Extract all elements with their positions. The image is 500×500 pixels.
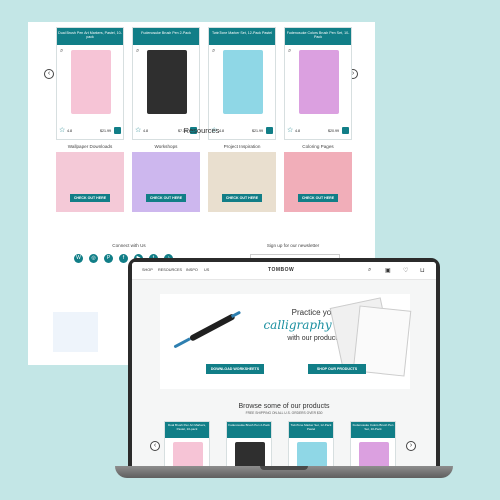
check-out-button[interactable]: CHECK OUT HERE (70, 194, 110, 202)
shop-products-button[interactable]: SHOP OUR PRODUCTS (308, 364, 366, 374)
laptop-base (115, 466, 453, 478)
blend-lettering-image (53, 312, 98, 352)
product-card[interactable]: Fudenosuke Colors Brush Pen Set, 10-Pack (350, 421, 396, 471)
zoom-icon[interactable]: ⌕ (212, 48, 215, 55)
product-image (147, 50, 187, 114)
laptop-notch (260, 466, 308, 470)
wishlist-icon[interactable]: ♡ (403, 267, 408, 274)
product-image (299, 50, 339, 114)
product-title: Fudenosuke Colors Brush Pen Set, 10-Pack (285, 28, 351, 45)
product-card[interactable]: Dual Brush Pen Art Markers, Pastel, 10-p… (164, 421, 210, 471)
connect-label: Connect with Us (112, 243, 146, 248)
facebook-icon[interactable]: f (119, 254, 128, 263)
resource-label: Wallpaper Downloads (67, 144, 113, 149)
zoom-icon[interactable]: ⌕ (60, 48, 63, 55)
wordpress-icon[interactable]: W (74, 254, 83, 263)
cart-icon[interactable]: ⊔ (420, 267, 425, 274)
pinterest-icon[interactable]: P (104, 254, 113, 263)
product-title: TwinTone Marker Set, 12-Pack Pastel (209, 28, 275, 45)
nav-item-shop[interactable]: SHOP (142, 268, 153, 272)
product-title: Dual Brush Pen Art Markers, Pastel, 10-p… (165, 422, 209, 438)
brush-pen-image (173, 309, 243, 351)
laptop-screen: SHOP RESOURCES INSPO US TOMBOW ⌕ ▣ ♡ ⊔ P… (132, 262, 436, 471)
product-title: Fudenosuke Brush Pen 2-Pack (133, 28, 199, 45)
account-icon[interactable]: ▣ (385, 267, 391, 274)
product-card[interactable]: TwinTone Marker Set, 12-Pack Pastel (288, 421, 334, 471)
laptop-frame: SHOP RESOURCES INSPO US TOMBOW ⌕ ▣ ♡ ⊔ P… (128, 258, 440, 473)
resource-image (208, 152, 276, 212)
check-out-button[interactable]: CHECK OUT HERE (298, 194, 338, 202)
hero-banner: Practice your calligraphy skills with ou… (160, 294, 412, 389)
nav-item-resources[interactable]: RESOURCES (158, 268, 182, 272)
carousel-prev-button[interactable]: ‹ (44, 69, 54, 79)
product-image (71, 50, 111, 114)
carousel-next-button[interactable]: › (406, 441, 416, 451)
newsletter-label: Sign up for our newsletter (266, 243, 320, 248)
product-title: Dual Brush Pen Art Markers, Pastel, 10-p… (57, 28, 123, 45)
zoom-icon[interactable]: ⌕ (136, 48, 139, 55)
product-title: Fudenosuke Brush Pen 2-Pack (227, 422, 271, 438)
resource-image (56, 152, 124, 212)
shipping-note: FREE SHIPPING ON ALL U.S. ORDERS OVER $3… (245, 411, 323, 415)
resource-card-coloring[interactable]: Coloring Pages CHECK OUT HERE (284, 144, 352, 214)
product-card[interactable]: Fudenosuke Colors Brush Pen Set, 10-Pack… (284, 27, 352, 140)
resource-card-workshops[interactable]: Workshops CHECK OUT HERE (132, 144, 200, 214)
product-card[interactable]: Fudenosuke Brush Pen 2-Pack ⌕ ☆ 4.8 $7.1… (132, 27, 200, 140)
check-out-button[interactable]: CHECK OUT HERE (146, 194, 186, 202)
resource-label: Project Inspiration (223, 144, 261, 149)
zoom-icon[interactable]: ⌕ (288, 48, 291, 55)
resource-label: Workshops (154, 144, 178, 149)
resource-image (284, 152, 352, 212)
resource-card-inspiration[interactable]: Project Inspiration CHECK OUT HERE (208, 144, 276, 214)
carousel-prev-button[interactable]: ‹ (150, 441, 160, 451)
product-card[interactable]: Fudenosuke Brush Pen 2-Pack (226, 421, 272, 471)
resource-card-wallpaper[interactable]: Wallpaper Downloads CHECK OUT HERE (56, 144, 124, 214)
product-carousel: ‹ › Dual Brush Pen Art Markers, Pastel, … (44, 27, 358, 140)
product-title: TwinTone Marker Set, 12-Pack Pastel (289, 422, 333, 438)
product-card[interactable]: TwinTone Marker Set, 12-Pack Pastel ⌕ ☆ … (208, 27, 276, 140)
site-logo[interactable]: TOMBOW (268, 267, 294, 273)
nav-item-us[interactable]: US (204, 268, 209, 272)
instagram-icon[interactable]: ◎ (89, 254, 98, 263)
site-main: Practice your calligraphy skills with ou… (132, 280, 436, 471)
product-title: Fudenosuke Colors Brush Pen Set, 10-Pack (351, 422, 395, 438)
search-icon[interactable]: ⌕ (368, 267, 371, 274)
product-image (223, 50, 263, 114)
resource-label: Coloring Pages (302, 144, 334, 149)
check-out-button[interactable]: CHECK OUT HERE (222, 194, 262, 202)
download-worksheets-button[interactable]: DOWNLOAD WORKSHEETS (206, 364, 264, 374)
site-nav-bar: SHOP RESOURCES INSPO US TOMBOW ⌕ ▣ ♡ ⊔ (132, 262, 436, 280)
resource-image (132, 152, 200, 212)
nav-item-inspo[interactable]: INSPO (186, 268, 198, 272)
resources-title: Resources (183, 126, 220, 135)
product-card[interactable]: Dual Brush Pen Art Markers, Pastel, 10-p… (56, 27, 124, 140)
browse-title: Browse some of our products (238, 403, 330, 410)
